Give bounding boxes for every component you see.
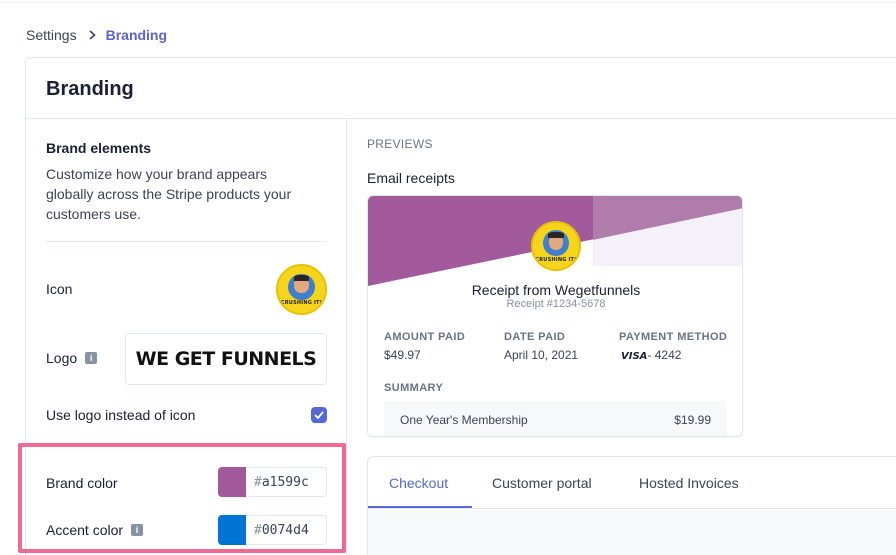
active-tab-indicator bbox=[368, 506, 472, 508]
icon-label: Icon bbox=[46, 281, 72, 297]
payment-method-label: PAYMENT METHOD bbox=[619, 331, 728, 343]
amount-paid-value: $49.97 bbox=[384, 348, 421, 362]
previews-label: PREVIEWS bbox=[367, 137, 433, 151]
top-border bbox=[0, 0, 896, 3]
summary-item-name: One Year's Membership bbox=[400, 413, 528, 427]
card-header: Branding bbox=[26, 58, 896, 119]
accent-color-value[interactable]: #0074d4 bbox=[254, 523, 309, 538]
avatar-hair bbox=[293, 275, 310, 282]
amount-paid-label: AMOUNT PAID bbox=[384, 331, 466, 343]
receipt-from: Receipt from Wegetfunnels bbox=[471, 282, 641, 298]
date-paid-value: April 10, 2021 bbox=[504, 348, 579, 362]
receipt-number: Receipt #1234-5678 bbox=[506, 298, 606, 310]
tab-checkout[interactable]: Checkout bbox=[389, 475, 448, 491]
brand-color-swatch[interactable] bbox=[218, 467, 246, 497]
brand-icon-avatar[interactable]: CRUSHING IT! bbox=[276, 264, 327, 315]
visa-icon: VISA bbox=[621, 351, 648, 362]
summary-label: SUMMARY bbox=[384, 382, 444, 394]
breadcrumb-current: Branding bbox=[105, 27, 168, 43]
tab-customer-portal[interactable]: Customer portal bbox=[492, 475, 592, 491]
accent-color-label: Accent color i bbox=[46, 522, 144, 538]
brand-elements-description: Customize how your brand appears globall… bbox=[46, 166, 292, 222]
breadcrumb: Settings Branding bbox=[26, 27, 167, 43]
use-logo-label-text: Use logo instead of icon bbox=[46, 407, 196, 423]
page-title: Branding bbox=[46, 78, 134, 100]
use-logo-checkbox[interactable] bbox=[311, 407, 327, 423]
tab-hosted-invoices[interactable]: Hosted Invoices bbox=[639, 475, 739, 491]
divider bbox=[46, 241, 326, 242]
preview-tabs-card: Checkout Customer portal Hosted Invoices bbox=[367, 456, 896, 555]
receipt-avatar: CRUSHING IT! bbox=[531, 221, 581, 271]
summary-item-price: $19.99 bbox=[674, 413, 711, 427]
info-icon[interactable]: i bbox=[85, 352, 98, 364]
logo-upload[interactable]: WE GET FUNNELS bbox=[125, 333, 327, 385]
email-receipt-preview: CRUSHING IT! Receipt from Wegetfunnels R… bbox=[367, 195, 743, 437]
brand-color-input[interactable]: #a1599c bbox=[218, 467, 327, 497]
brand-logo: WE GET FUNNELS bbox=[135, 348, 317, 370]
tab-content bbox=[368, 510, 896, 555]
breadcrumb-settings-link[interactable]: Settings bbox=[26, 27, 77, 43]
brand-color-label: Brand color bbox=[46, 475, 118, 491]
accent-color-swatch[interactable] bbox=[218, 515, 246, 545]
email-receipts-title: Email receipts bbox=[367, 170, 455, 186]
accent-color-input[interactable]: #0074d4 bbox=[218, 515, 327, 545]
payment-method-value: VISA- 4242 bbox=[621, 348, 682, 362]
logo-label-text: Logo bbox=[46, 350, 78, 366]
avatar-caption: CRUSHING IT! bbox=[280, 300, 323, 307]
preview-tab-bar: Checkout Customer portal Hosted Invoices bbox=[368, 457, 896, 509]
chevron-right-icon bbox=[89, 27, 96, 43]
check-icon bbox=[314, 411, 324, 419]
brand-color-value[interactable]: #a1599c bbox=[254, 475, 309, 490]
logo-label: Logo i bbox=[46, 350, 98, 366]
use-logo-label: Use logo instead of icon bbox=[46, 407, 195, 423]
info-icon[interactable]: i bbox=[131, 524, 144, 536]
brand-color-label-text: Brand color bbox=[46, 475, 118, 491]
date-paid-label: DATE PAID bbox=[504, 331, 566, 343]
brand-elements-title: Brand elements bbox=[46, 140, 152, 156]
accent-color-label-text: Accent color bbox=[46, 522, 124, 538]
icon-label-text: Icon bbox=[46, 281, 73, 297]
summary-item-row: One Year's Membership $19.99 bbox=[384, 401, 727, 436]
